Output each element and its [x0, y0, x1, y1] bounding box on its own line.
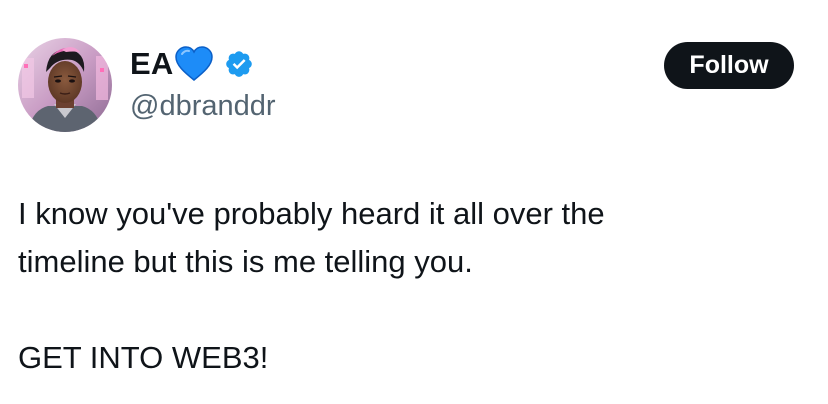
- author-handle[interactable]: @dbranddr: [130, 88, 276, 124]
- blue-heart-icon: [174, 46, 214, 82]
- avatar-image: [18, 38, 112, 132]
- display-name[interactable]: EA: [130, 44, 173, 84]
- tweet-text-line: timeline but this is me telling you.: [18, 244, 473, 279]
- tweet-text-line: I know you've probably heard it all over…: [18, 196, 605, 231]
- follow-button[interactable]: Follow: [664, 42, 794, 89]
- tweet-text-line: GET INTO WEB3!: [18, 340, 269, 375]
- tweet-text: I know you've probably heard it all over…: [18, 190, 808, 382]
- verified-badge-icon[interactable]: [224, 49, 254, 79]
- tweet-card: EA @dbranddr Follow I know you've probab…: [0, 0, 828, 404]
- author-name-row: EA: [130, 44, 254, 84]
- avatar[interactable]: [18, 38, 112, 132]
